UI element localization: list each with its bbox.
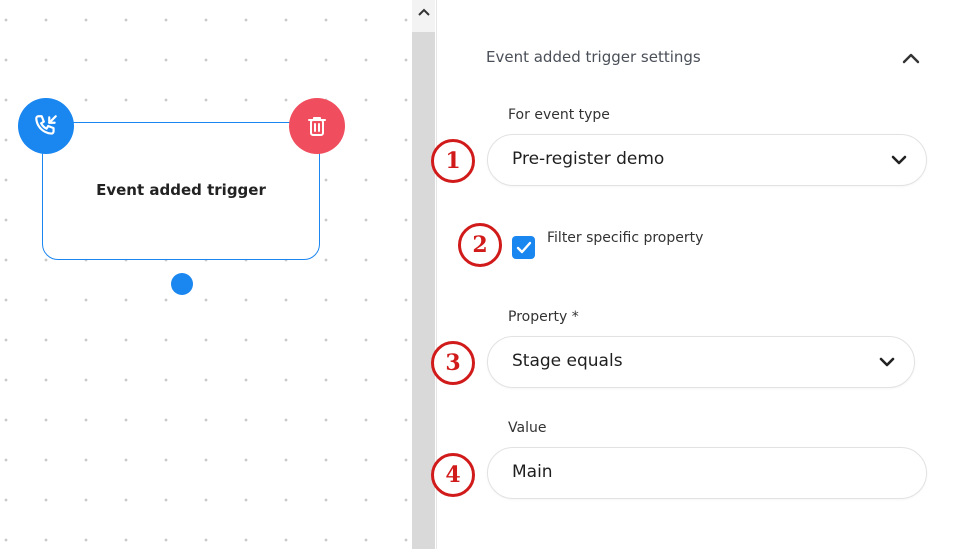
chevron-up-icon <box>902 53 920 64</box>
event-added-trigger-node[interactable]: Event added trigger <box>42 122 320 260</box>
panel-title: Event added trigger settings <box>486 48 701 66</box>
value-input[interactable]: Main <box>487 447 927 499</box>
property-select[interactable]: Stage equals <box>487 336 915 388</box>
workflow-canvas[interactable]: Event added trigger <box>0 0 412 549</box>
chevron-down-icon <box>879 357 895 367</box>
node-title: Event added trigger <box>96 181 266 199</box>
value-label: Value <box>508 420 547 436</box>
collapse-button[interactable] <box>899 48 923 68</box>
event-type-label: For event type <box>508 107 610 123</box>
value-input-text: Main <box>512 462 553 482</box>
chevron-up-icon <box>417 8 430 16</box>
filter-property-checkbox[interactable] <box>512 236 535 259</box>
filter-property-label[interactable]: Filter specific property <box>547 230 703 246</box>
event-type-select[interactable]: Pre-register demo <box>487 134 927 186</box>
annotation-badge-1: 1 <box>431 139 475 183</box>
checkmark-icon <box>516 241 531 253</box>
node-output-port[interactable] <box>171 273 193 295</box>
chevron-down-icon <box>891 155 907 165</box>
property-label: Property * <box>508 309 579 325</box>
trigger-settings-panel: Event added trigger settings For event t… <box>436 0 964 549</box>
event-type-value: Pre-register demo <box>512 149 665 169</box>
annotation-badge-3: 3 <box>431 341 475 385</box>
scroll-up-button[interactable] <box>412 0 435 32</box>
annotation-badge-2: 2 <box>458 223 502 267</box>
phone-incoming-icon[interactable] <box>18 98 74 154</box>
trash-icon <box>308 117 326 136</box>
delete-node-button[interactable] <box>289 98 345 154</box>
annotation-badge-4: 4 <box>431 453 475 497</box>
property-value: Stage equals <box>512 351 623 371</box>
